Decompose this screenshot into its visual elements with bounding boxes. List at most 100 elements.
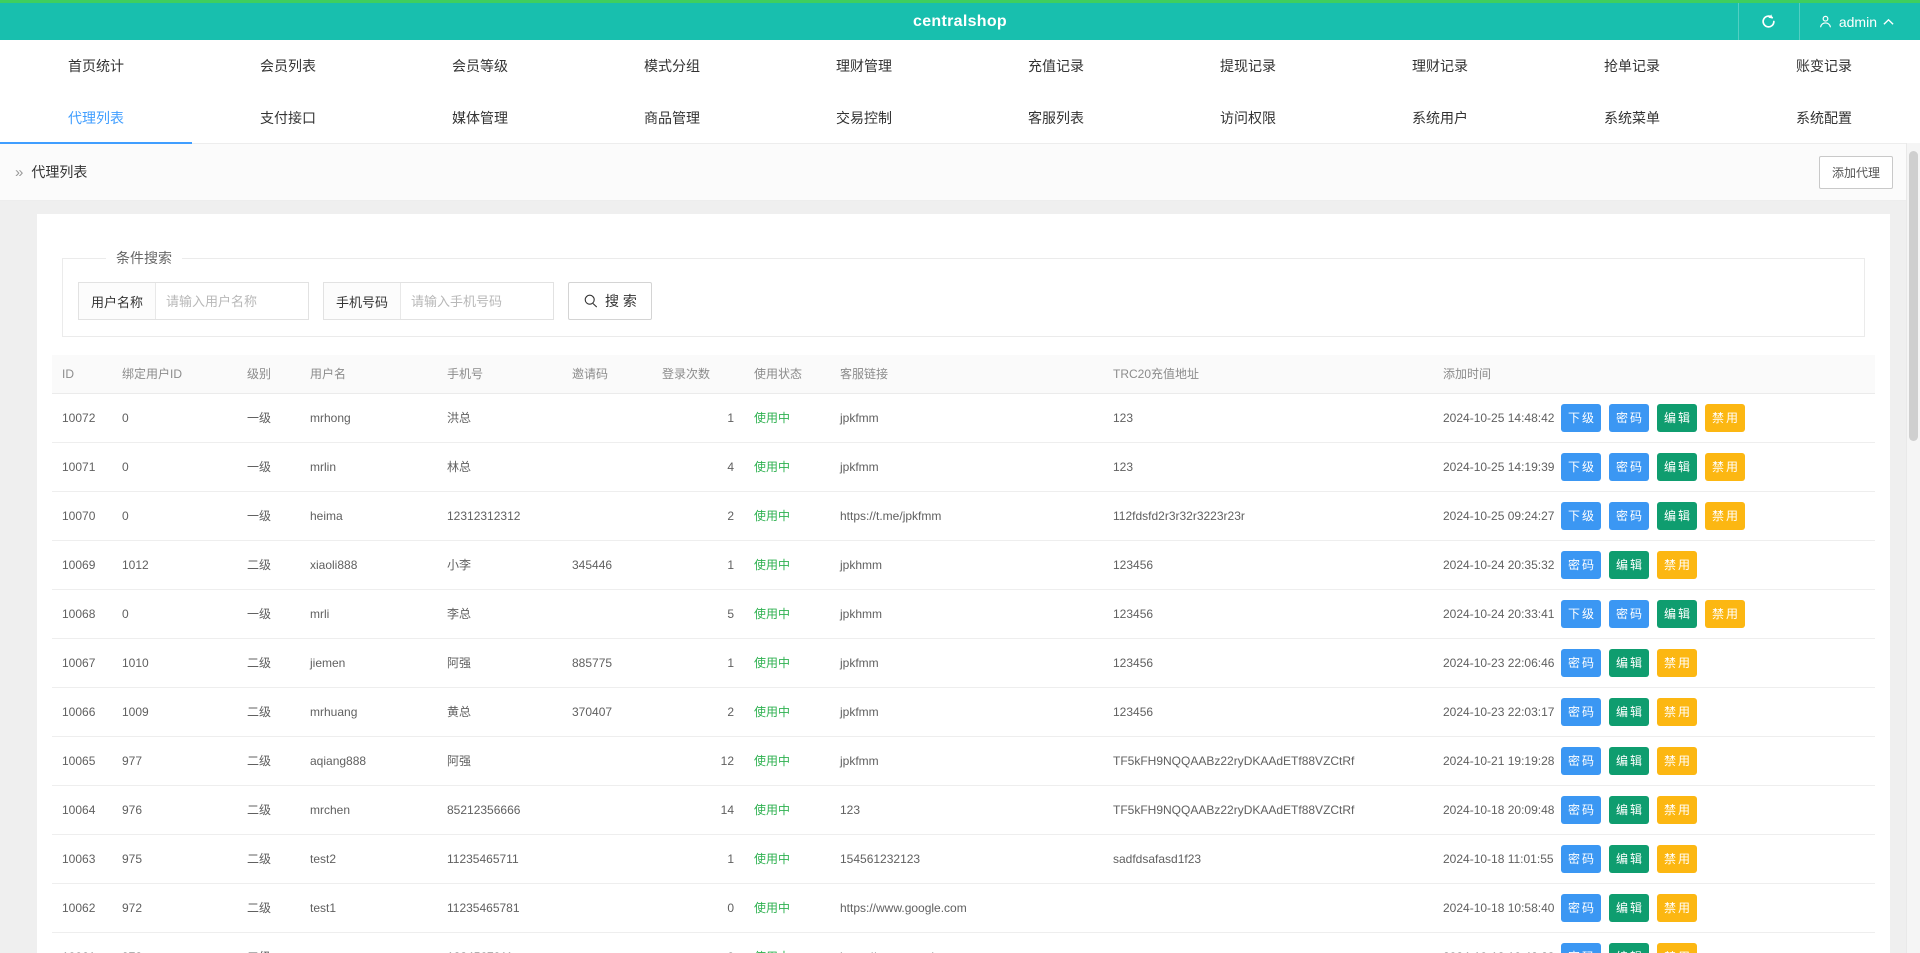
disable-button[interactable]: 禁用	[1705, 403, 1746, 432]
cell-trc20: sadfdsafasd1f23	[1103, 834, 1433, 884]
column-header-11	[1551, 355, 1875, 394]
cell-status: 使用中	[744, 834, 830, 884]
scrollbar-thumb[interactable]	[1909, 151, 1918, 441]
edit-button[interactable]: 编辑	[1609, 942, 1650, 953]
disable-button[interactable]: 禁用	[1657, 942, 1698, 953]
phone-input[interactable]	[401, 283, 554, 319]
cell-id: 10061	[52, 932, 112, 953]
table-header-row: ID 绑定用户ID 级别 用户名 手机号 邀请码 登录次数 使用状态 客服链接 TRC20充值地址…	[52, 355, 1875, 394]
disable-button[interactable]: 禁用	[1705, 599, 1746, 628]
edit-button[interactable]: 编辑	[1657, 501, 1698, 530]
table-row: 10071 0 一级 mrlin 林总 4 使用中 jpkfmm 123 2024-10-25 1…	[52, 442, 1875, 492]
password-button[interactable]: 密码	[1561, 697, 1602, 726]
topbar: centralshop admin	[0, 0, 1920, 40]
edit-button[interactable]: 编辑	[1657, 599, 1698, 628]
cell-phone: 阿强	[437, 638, 562, 688]
password-button[interactable]: 密码	[1561, 795, 1602, 824]
nav-item-r1-0[interactable]: 首页统计	[0, 40, 192, 92]
password-button[interactable]: 密码	[1561, 648, 1602, 677]
nav-item-r1-4[interactable]: 理财管理	[768, 40, 960, 92]
password-button[interactable]: 密码	[1561, 746, 1602, 775]
cell-status: 使用中	[744, 589, 830, 639]
nav-item-r1-6[interactable]: 提现记录	[1152, 40, 1344, 92]
nav-item-r1-3[interactable]: 模式分组	[576, 40, 768, 92]
user-menu[interactable]: admin	[1800, 3, 1920, 40]
subordinate-button[interactable]: 下级	[1561, 501, 1602, 530]
nav-item-r1-9[interactable]: 账变记录	[1728, 40, 1920, 92]
subordinate-button[interactable]: 下级	[1561, 403, 1602, 432]
username-input[interactable]	[156, 283, 309, 319]
password-button[interactable]: 密码	[1609, 501, 1650, 530]
page-title: 代理列表	[31, 164, 88, 180]
edit-button[interactable]: 编辑	[1609, 550, 1650, 579]
nav-item-r1-8[interactable]: 抢单记录	[1536, 40, 1728, 92]
nav-item-r1-2[interactable]: 会员等级	[384, 40, 576, 92]
password-button[interactable]: 密码	[1609, 452, 1650, 481]
nav-item-r2-9[interactable]: 系统配置	[1728, 92, 1920, 143]
nav-item-r2-8[interactable]: 系统菜单	[1536, 92, 1728, 143]
cell-level: 二级	[237, 834, 300, 884]
refresh-icon	[1760, 13, 1777, 30]
cell-bind_id: 0	[112, 589, 237, 639]
edit-button[interactable]: 编辑	[1609, 648, 1650, 677]
edit-button[interactable]: 编辑	[1609, 746, 1650, 775]
table-row: 10061972二级test1234567911 0使用中https://www.…	[52, 932, 1875, 953]
password-button[interactable]: 密码	[1609, 599, 1650, 628]
edit-button[interactable]: 编辑	[1657, 452, 1698, 481]
subordinate-button[interactable]: 下级	[1561, 452, 1602, 481]
column-header-7: 使用状态	[744, 355, 830, 394]
edit-button[interactable]: 编辑	[1609, 893, 1650, 922]
disable-button[interactable]: 禁用	[1657, 697, 1698, 726]
disable-button[interactable]: 禁用	[1657, 746, 1698, 775]
cell-created_at: 2024-10-18 20:09:48	[1433, 785, 1554, 835]
cell-id: 10062	[52, 883, 112, 933]
search-fieldset: 条件搜索 用户名称 手机号码 搜 索	[62, 248, 1865, 337]
cell-service_link: https://www.google.com	[830, 883, 1103, 933]
password-button[interactable]: 密码	[1609, 403, 1650, 432]
table-row: 10063 975 二级 test2 11235465711 1 使用中 1545612321…	[52, 834, 1875, 884]
edit-button[interactable]: 编辑	[1609, 795, 1650, 824]
disable-button[interactable]: 禁用	[1705, 501, 1746, 530]
vertical-scrollbar[interactable]	[1906, 143, 1920, 953]
disable-button[interactable]: 禁用	[1657, 550, 1698, 579]
nav-item-r1-7[interactable]: 理财记录	[1344, 40, 1536, 92]
subordinate-button[interactable]: 下级	[1561, 599, 1602, 628]
disable-button[interactable]: 禁用	[1705, 452, 1746, 481]
password-button[interactable]: 密码	[1561, 893, 1602, 922]
edit-button[interactable]: 编辑	[1609, 697, 1650, 726]
edit-button[interactable]: 编辑	[1657, 403, 1698, 432]
add-agent-button[interactable]: 添加代理	[1818, 155, 1893, 189]
nav-item-r2-0[interactable]: 代理列表	[0, 92, 192, 144]
cell-trc20	[1103, 932, 1433, 953]
edit-button[interactable]: 编辑	[1609, 844, 1650, 873]
cell-created_at: 2024-10-25 14:19:39	[1433, 442, 1554, 492]
nav-item-r2-3[interactable]: 商品管理	[576, 92, 768, 143]
disable-button[interactable]: 禁用	[1657, 795, 1698, 824]
disable-button[interactable]: 禁用	[1657, 844, 1698, 873]
cell-invite_code	[562, 442, 652, 492]
cell-trc20: 112fdsfd2r3r32r3223r23r	[1103, 491, 1433, 541]
nav-item-r2-2[interactable]: 媒体管理	[384, 92, 576, 143]
nav-item-r1-1[interactable]: 会员列表	[192, 40, 384, 92]
content-panel: 条件搜索 用户名称 手机号码 搜 索	[37, 214, 1890, 953]
nav-item-r1-5[interactable]: 充值记录	[960, 40, 1152, 92]
nav-item-r2-1[interactable]: 支付接口	[192, 92, 384, 143]
nav-item-r2-7[interactable]: 系统用户	[1344, 92, 1536, 143]
disable-button[interactable]: 禁用	[1657, 648, 1698, 677]
password-button[interactable]: 密码	[1561, 550, 1602, 579]
nav-item-r2-4[interactable]: 交易控制	[768, 92, 960, 143]
table-row: 10067 1010 二级 jiemen 阿强 885775 1 使用中 jpkfmm 12345…	[52, 638, 1875, 688]
nav-item-r2-5[interactable]: 客服列表	[960, 92, 1152, 143]
refresh-button[interactable]	[1737, 3, 1800, 40]
cell-actions: 密码编辑禁用	[1551, 834, 1875, 884]
search-button[interactable]: 搜 索	[568, 282, 652, 320]
cell-status: 使用中	[744, 883, 830, 933]
cell-bind_id: 972	[112, 932, 237, 953]
nav-item-r2-6[interactable]: 访问权限	[1152, 92, 1344, 143]
password-button[interactable]: 密码	[1561, 942, 1602, 953]
disable-button[interactable]: 禁用	[1657, 893, 1698, 922]
table-row: 10064 976 二级 mrchen 85212356666 14 使用中 123 TF5kF…	[52, 785, 1875, 835]
password-button[interactable]: 密码	[1561, 844, 1602, 873]
cell-username: jiemen	[300, 638, 437, 688]
cell-phone: 小李	[437, 540, 562, 590]
